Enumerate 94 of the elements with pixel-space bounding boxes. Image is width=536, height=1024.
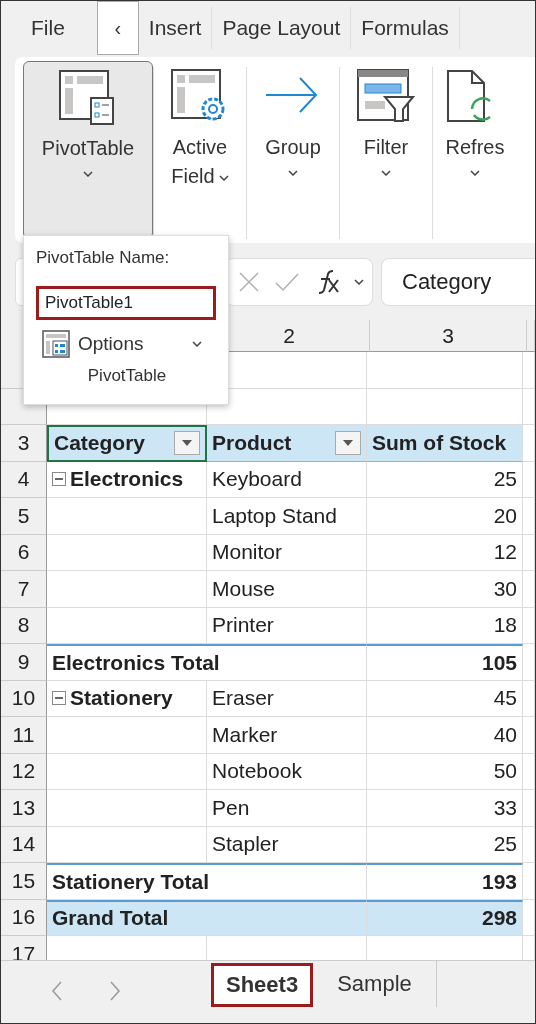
table-cell: Notebook xyxy=(207,753,367,790)
options-icon xyxy=(42,330,70,358)
empty-cell xyxy=(523,461,535,498)
table-cell: Keyboard xyxy=(207,461,367,498)
table-cell: 30 xyxy=(367,571,523,608)
empty-cell xyxy=(523,899,535,936)
table-cell: 25 xyxy=(367,461,523,498)
caret-icon xyxy=(470,170,480,176)
table-cell: 33 xyxy=(367,790,523,827)
table-cell: 40 xyxy=(367,717,523,754)
table-cell: 105 xyxy=(367,644,523,681)
empty-cell xyxy=(523,425,535,462)
table-cell: Mouse xyxy=(207,571,367,608)
filter-icon xyxy=(357,69,415,125)
empty-cell xyxy=(523,790,535,827)
row-header[interactable]: 3 xyxy=(1,425,47,462)
sheet-tab[interactable]: Sample xyxy=(313,961,437,1007)
filter-dropdown-button[interactable] xyxy=(335,430,361,455)
row-header[interactable]: 11 xyxy=(1,717,47,754)
collapse-icon[interactable] xyxy=(52,472,66,487)
filter-dropdown-button[interactable] xyxy=(174,431,200,456)
row-header[interactable]: 12 xyxy=(1,753,47,790)
table-cell: Eraser xyxy=(207,680,367,717)
empty-cell xyxy=(523,388,535,425)
table-cell: Pen xyxy=(207,790,367,827)
empty-cell xyxy=(523,753,535,790)
caret-icon xyxy=(288,170,298,176)
table-cell: Laptop Stand xyxy=(207,498,367,535)
row-header[interactable]: 16 xyxy=(1,899,47,936)
formula-field[interactable]: Category xyxy=(381,258,535,306)
row-header[interactable]: 9 xyxy=(1,644,47,681)
table-cell: Printer xyxy=(207,607,367,644)
collapse-icon[interactable] xyxy=(52,691,66,706)
empty-cell xyxy=(523,534,535,571)
ribbon-tab[interactable]: Insert xyxy=(138,7,213,49)
caret-icon xyxy=(192,341,202,347)
pivot-table-icon xyxy=(59,70,117,126)
sheet-tab[interactable]: Sheet3 xyxy=(211,963,314,1007)
column-label: Category xyxy=(54,431,147,456)
column-label: Product xyxy=(212,430,293,455)
column-label: Sum of Stock xyxy=(367,425,523,462)
table-cell: 20 xyxy=(367,498,523,535)
row-header[interactable]: 7 xyxy=(1,571,47,608)
empty-cell xyxy=(523,863,535,900)
checkmark-icon xyxy=(274,271,300,293)
table-cell: Grand Total xyxy=(47,899,367,936)
field-label: PivotTable Name: xyxy=(36,248,171,268)
table-cell: Electronics Total xyxy=(47,644,367,681)
options-button[interactable]: Options xyxy=(36,328,208,360)
caret-icon xyxy=(218,174,229,181)
table-cell: 298 xyxy=(367,899,523,936)
table-cell: 12 xyxy=(367,534,523,571)
empty-cell xyxy=(523,680,535,717)
empty-cell xyxy=(523,498,535,535)
caret-icon xyxy=(354,279,364,285)
table-cell: Monitor xyxy=(207,534,367,571)
row-header[interactable]: 6 xyxy=(1,534,47,571)
ribbon-tab[interactable]: Page Layout xyxy=(212,7,352,49)
table-cell: Marker xyxy=(207,717,367,754)
triangle-icon xyxy=(182,440,192,447)
ribbon-tab[interactable]: Formulas xyxy=(351,7,460,49)
empty-cell xyxy=(523,571,535,608)
row-header[interactable]: 17 xyxy=(1,936,47,960)
row-header[interactable]: 10 xyxy=(1,680,47,717)
caret-icon xyxy=(83,171,93,177)
row-header[interactable]: 14 xyxy=(1,826,47,863)
empty-cell xyxy=(523,644,535,681)
previous-sheet-icon xyxy=(51,981,63,1001)
row-header[interactable]: 8 xyxy=(1,607,47,644)
ribbon-tab[interactable]: File xyxy=(7,7,89,49)
next-sheet-icon xyxy=(109,981,121,1001)
table-cell-text: Stationery xyxy=(70,686,174,711)
group-label: PivotTable xyxy=(86,366,168,386)
empty-cell xyxy=(523,717,535,754)
row-header[interactable]: 4 xyxy=(1,461,47,498)
name-input-field[interactable]: PivotTable1 xyxy=(36,286,216,320)
selected-cell[interactable]: Category xyxy=(47,425,207,462)
table-cell: Stapler xyxy=(207,826,367,863)
empty-cell xyxy=(523,352,535,389)
cancel-icon xyxy=(238,271,260,293)
triangle-icon xyxy=(343,439,353,446)
scroll-left-button[interactable]: ‹ xyxy=(96,1,139,55)
column-header[interactable]: 3 xyxy=(370,320,527,352)
table-cell: 18 xyxy=(367,607,523,644)
row-header[interactable]: 15 xyxy=(1,863,47,900)
table-cell: 45 xyxy=(367,680,523,717)
row-header[interactable]: 5 xyxy=(1,498,47,535)
empty-cell xyxy=(523,607,535,644)
table-cell-text: Electronics xyxy=(70,467,185,492)
table-cell: 50 xyxy=(367,753,523,790)
table-cell: 25 xyxy=(367,826,523,863)
empty-cell xyxy=(523,826,535,863)
row-header[interactable]: 13 xyxy=(1,790,47,827)
caret-icon xyxy=(381,170,391,176)
